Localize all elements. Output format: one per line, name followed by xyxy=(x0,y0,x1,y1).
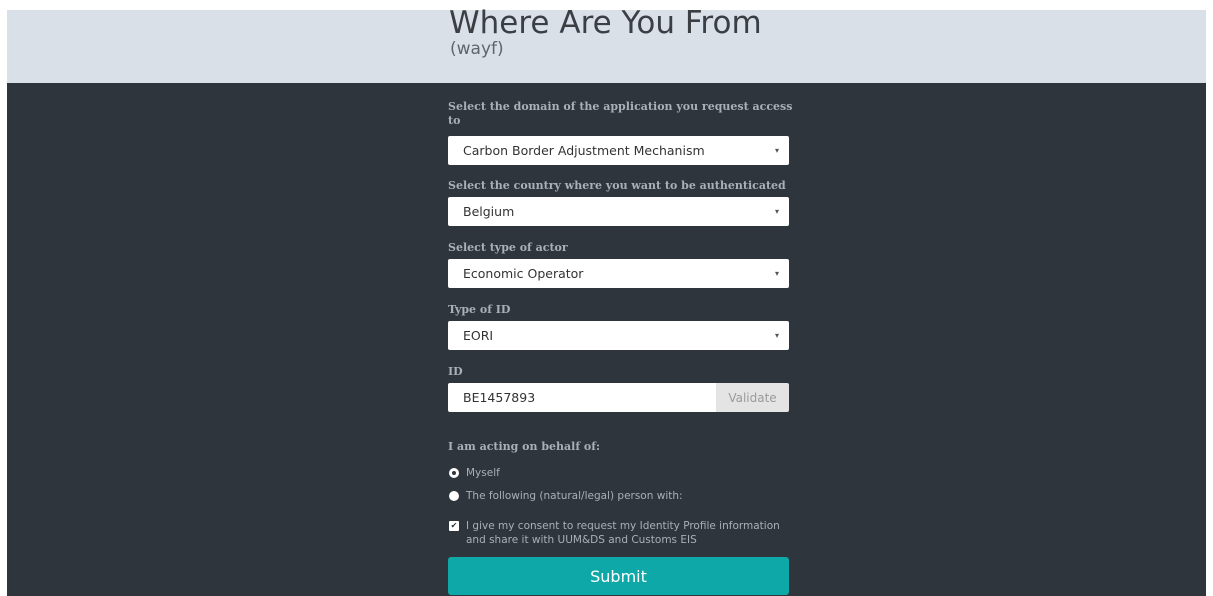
chevron-down-icon: ▾ xyxy=(774,331,779,340)
id-type-label: Type of ID xyxy=(448,303,511,316)
id-label: ID xyxy=(448,365,463,378)
radio-unselected-icon[interactable] xyxy=(449,491,459,501)
id-type-select-value: EORI xyxy=(463,328,494,343)
page-subtitle: (wayf) xyxy=(450,39,504,59)
page-header: Where Are You From (wayf) xyxy=(7,5,1206,83)
submit-button[interactable]: Submit xyxy=(448,557,789,595)
actor-select[interactable]: Economic Operator ▾ xyxy=(448,259,789,288)
domain-select[interactable]: Carbon Border Adjustment Mechanism ▾ xyxy=(448,136,789,165)
domain-select-value: Carbon Border Adjustment Mechanism xyxy=(463,143,705,158)
domain-label: Select the domain of the application you… xyxy=(448,100,793,127)
radio-selected-icon[interactable] xyxy=(449,468,459,478)
wayf-page: Where Are You From (wayf) Select the dom… xyxy=(7,5,1206,596)
behalf-label: I am acting on behalf of: xyxy=(448,440,601,453)
country-select-value: Belgium xyxy=(463,204,515,219)
radio-option-label: Myself xyxy=(466,467,500,479)
chevron-down-icon: ▾ xyxy=(774,207,779,216)
chevron-down-icon: ▾ xyxy=(774,269,779,278)
country-label: Select the country where you want to be … xyxy=(448,179,786,192)
page-title: Where Are You From xyxy=(449,5,762,41)
radio-option-label: The following (natural/legal) person wit… xyxy=(466,490,683,502)
chevron-down-icon: ▾ xyxy=(774,146,779,155)
actor-select-value: Economic Operator xyxy=(463,266,584,281)
validate-button[interactable]: Validate xyxy=(716,383,789,412)
id-type-select[interactable]: EORI ▾ xyxy=(448,321,789,350)
id-input[interactable]: BE1457893 xyxy=(448,383,716,412)
actor-label: Select type of actor xyxy=(448,241,568,254)
checkbox-checked-icon[interactable]: ✔ xyxy=(449,521,459,531)
consent-text: I give my consent to request my Identity… xyxy=(466,520,780,546)
country-select[interactable]: Belgium ▾ xyxy=(448,197,789,226)
